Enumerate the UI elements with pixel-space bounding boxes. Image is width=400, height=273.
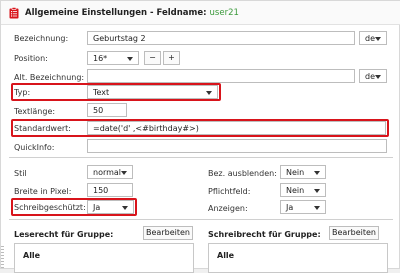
schreibgeschuetzt-select[interactable]: Ja	[87, 200, 134, 214]
schreibrecht-title: Schreibrecht für Gruppe:	[208, 230, 321, 239]
position-label: Position:	[14, 54, 48, 63]
chevron-down-icon	[314, 206, 320, 210]
stil-select[interactable]: normal	[87, 165, 133, 179]
standardwert-input[interactable]: =date('d' ,<#birthday#>)	[87, 121, 386, 135]
chevron-down-icon	[121, 171, 127, 175]
bez-ausblenden-value: Nein	[286, 168, 305, 177]
quickinfo-label: QuickInfo:	[14, 143, 55, 152]
position-increase-button[interactable]: +	[163, 51, 180, 65]
resize-grip-icon[interactable]	[1, 246, 4, 270]
textlaenge-input[interactable]: 50	[87, 103, 127, 117]
bezeichnung-label: Bezeichnung:	[14, 34, 69, 43]
language-value: de	[365, 72, 375, 81]
anzeigen-value: Ja	[286, 203, 294, 212]
leserecht-title: Leserecht für Gruppe:	[14, 230, 114, 239]
chevron-down-icon	[206, 91, 212, 95]
breite-label: Breite in Pixel:	[14, 187, 72, 196]
standardwert-label: Standardwert:	[14, 124, 71, 133]
chevron-down-icon	[122, 206, 128, 210]
chevron-down-icon	[314, 171, 320, 175]
chevron-down-icon	[314, 189, 320, 193]
schreibgeschuetzt-value: Ja	[93, 203, 101, 212]
section-divider	[9, 219, 393, 220]
field-name: user21	[209, 7, 239, 18]
bezeichnung-language-select[interactable]: de	[359, 31, 387, 45]
language-value: de	[365, 34, 375, 43]
alt-bezeichnung-label: Alt. Bezeichnung:	[14, 73, 85, 82]
clipboard-list-icon	[9, 6, 19, 18]
bez-ausblenden-label: Bez. ausblenden:	[208, 169, 277, 178]
quickinfo-input[interactable]	[87, 139, 387, 153]
schreibrecht-edit-button[interactable]: Bearbeiten	[329, 226, 379, 240]
bez-ausblenden-select[interactable]: Nein	[280, 165, 326, 179]
position-value: 16*	[93, 54, 108, 63]
stil-label: Stil	[14, 169, 27, 178]
leserecht-group-item[interactable]: Alle	[23, 251, 40, 260]
chevron-down-icon	[375, 37, 381, 41]
anzeigen-label: Anzeigen:	[208, 204, 248, 213]
panel-title: Allgemeine Einstellungen - Feldname:	[25, 7, 207, 18]
leserecht-edit-button[interactable]: Bearbeiten	[143, 226, 193, 240]
breite-input[interactable]: 150	[87, 183, 133, 197]
alt-bezeichnung-input[interactable]	[87, 69, 355, 83]
panel-header: Allgemeine Einstellungen - Feldname: use…	[1, 1, 400, 25]
chevron-down-icon	[375, 75, 381, 79]
textlaenge-label: Textlänge:	[14, 107, 56, 116]
stil-value: normal	[93, 168, 122, 177]
typ-value: Text	[93, 88, 110, 97]
position-decrease-button[interactable]: −	[144, 51, 161, 65]
pflichtfeld-value: Nein	[286, 186, 305, 195]
anzeigen-select[interactable]: Ja	[280, 200, 326, 214]
pflichtfeld-select[interactable]: Nein	[280, 183, 326, 197]
settings-panel: Allgemeine Einstellungen - Feldname: use…	[0, 0, 400, 273]
schreibrecht-group-item[interactable]: Alle	[217, 251, 234, 260]
alt-bezeichnung-language-select[interactable]: de	[359, 69, 387, 83]
typ-label: Typ:	[14, 88, 31, 97]
typ-select[interactable]: Text	[87, 85, 218, 99]
schreibgeschuetzt-label: Schreibgeschützt:	[14, 203, 86, 212]
position-select[interactable]: 16*	[87, 51, 139, 65]
pflichtfeld-label: Pflichtfeld:	[208, 187, 251, 196]
bezeichnung-input[interactable]: Geburtstag 2	[87, 31, 355, 45]
chevron-down-icon	[127, 57, 133, 61]
section-divider	[9, 157, 393, 158]
